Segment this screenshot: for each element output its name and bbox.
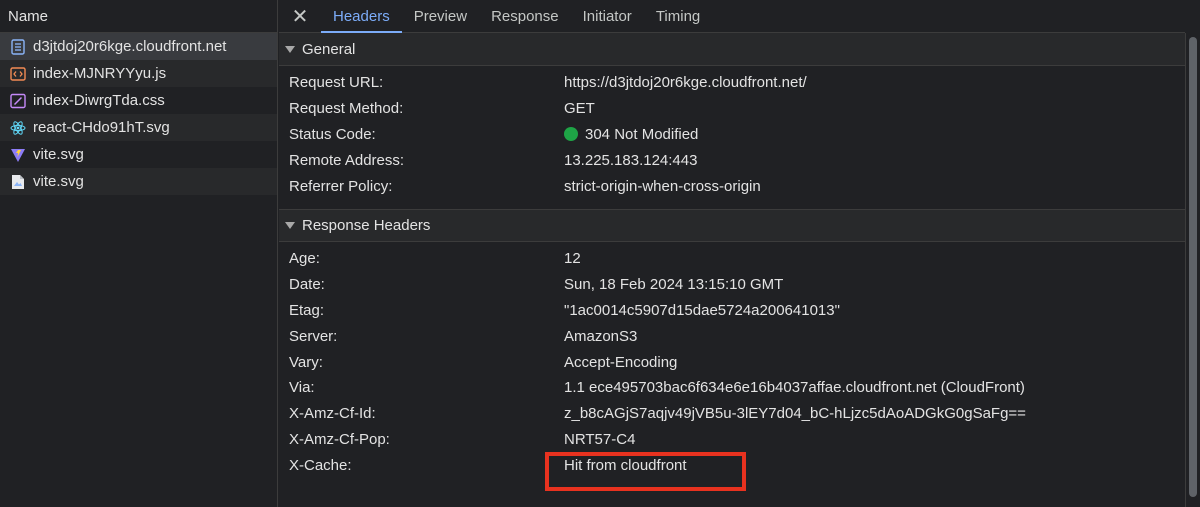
document-icon <box>10 38 26 55</box>
tab-initiator[interactable]: Initiator <box>571 0 644 32</box>
close-icon[interactable]: ✕ <box>279 0 321 32</box>
header-value: "1ac0014c5907d15dae5724a200641013" <box>564 301 840 319</box>
header-value: Accept-Encoding <box>564 353 678 371</box>
header-value: 1.1 ece495703bac6f634e6e16b4037affae.clo… <box>564 379 1025 397</box>
response-header-row: Vary: Accept-Encoding <box>279 349 1185 375</box>
header-key: Via: <box>289 379 315 397</box>
request-name: vite.svg <box>33 173 84 190</box>
header-key: Date: <box>289 276 325 294</box>
header-value: z_b8cAGjS7aqjv49jVB5u-3lEY7d04_bC-hLjzc5… <box>564 405 1026 423</box>
details-tab-bar: ✕ Headers Preview Response Initiator Tim… <box>279 0 1185 33</box>
highlight-annotation-box <box>545 452 746 491</box>
request-list-panel: Name d3jtdoj20r6kge.cloudfront.net index… <box>0 0 278 507</box>
general-row: Request Method: GET <box>279 96 1185 122</box>
header-value: 13.225.183.124:443 <box>564 151 698 169</box>
response-headers-section-header[interactable]: Response Headers <box>279 208 1185 242</box>
response-header-row: Server: AmazonS3 <box>279 323 1185 349</box>
request-row-stylesheet[interactable]: index-DiwrgTda.css <box>0 87 277 114</box>
tab-preview[interactable]: Preview <box>402 0 479 32</box>
general-row: Request URL: https://d3jtdoj20r6kge.clou… <box>279 70 1185 96</box>
header-key: Etag: <box>289 301 325 319</box>
header-key: Remote Address: <box>289 151 405 169</box>
scrollbar-thumb[interactable] <box>1189 37 1197 497</box>
status-text: 304 Not Modified <box>585 125 699 143</box>
request-name: d3jtdoj20r6kge.cloudfront.net <box>33 38 227 55</box>
tab-headers[interactable]: Headers <box>321 0 402 33</box>
vite-logo-icon <box>10 147 26 163</box>
request-name: index-DiwrgTda.css <box>33 92 165 109</box>
header-value: AmazonS3 <box>564 327 638 345</box>
script-icon <box>10 66 26 82</box>
tab-timing[interactable]: Timing <box>644 0 712 32</box>
section-title: Response Headers <box>302 216 431 234</box>
request-row-document[interactable]: d3jtdoj20r6kge.cloudfront.net <box>0 33 277 60</box>
section-title: General <box>302 40 356 58</box>
response-header-row: X-Amz-Cf-Id: z_b8cAGjS7aqjv49jVB5u-3lEY7… <box>279 401 1185 427</box>
request-name: vite.svg <box>33 146 84 163</box>
response-header-row: Via: 1.1 ece495703bac6f634e6e16b4037affa… <box>279 375 1185 401</box>
tab-response[interactable]: Response <box>479 0 571 32</box>
status-value: 304 Not Modified <box>564 126 698 143</box>
general-row: Referrer Policy: strict-origin-when-cros… <box>279 173 1185 199</box>
general-section-header[interactable]: General <box>279 33 1185 66</box>
expand-triangle-icon <box>285 45 295 53</box>
response-header-row: Date: Sun, 18 Feb 2024 13:15:10 GMT <box>279 272 1185 298</box>
request-name: index-MJNRYYyu.js <box>33 65 167 82</box>
request-name: react-CHdo91hT.svg <box>33 119 170 136</box>
header-key: X-Cache: <box>289 456 352 474</box>
header-value: NRT57-C4 <box>564 430 636 448</box>
response-header-row: Etag: "1ac0014c5907d15dae5724a200641013" <box>279 298 1185 324</box>
request-row-vite-svg-2[interactable]: vite.svg <box>0 168 277 195</box>
header-value: Sun, 18 Feb 2024 13:15:10 GMT <box>564 276 784 294</box>
status-ok-icon <box>564 127 578 142</box>
header-key: Referrer Policy: <box>289 177 393 195</box>
header-key: Server: <box>289 327 338 345</box>
general-list: Request URL: https://d3jtdoj20r6kge.clou… <box>279 66 1185 209</box>
request-row-script[interactable]: index-MJNRYYyu.js <box>0 60 277 87</box>
header-key: Request URL: <box>289 74 384 92</box>
request-row-vite-svg[interactable]: vite.svg <box>0 141 277 168</box>
response-header-row: X-Amz-Cf-Pop: NRT57-C4 <box>279 427 1185 453</box>
header-key: X-Amz-Cf-Pop: <box>289 430 390 448</box>
header-value: 12 <box>564 250 581 268</box>
general-row: Remote Address: 13.225.183.124:443 <box>279 147 1185 173</box>
header-value: GET <box>564 100 595 118</box>
request-row-react-svg[interactable]: react-CHdo91hT.svg <box>0 114 277 141</box>
image-file-icon <box>10 174 26 190</box>
header-value: https://d3jtdoj20r6kge.cloudfront.net/ <box>564 74 807 92</box>
header-key: Age: <box>289 250 320 268</box>
general-row: Status Code: 304 Not Modified <box>279 122 1185 148</box>
header-key: Request Method: <box>289 100 404 118</box>
react-logo-icon <box>10 120 26 136</box>
response-header-row: Age: 12 <box>279 246 1185 272</box>
header-key: X-Amz-Cf-Id: <box>289 405 376 423</box>
header-key: Status Code: <box>289 125 376 143</box>
request-details-panel: ✕ Headers Preview Response Initiator Tim… <box>279 0 1185 507</box>
expand-triangle-icon <box>285 221 295 229</box>
name-column-header[interactable]: Name <box>0 0 277 33</box>
stylesheet-icon <box>10 93 26 109</box>
header-key: Vary: <box>289 353 323 371</box>
details-scrollbar[interactable] <box>1185 33 1200 507</box>
header-value: strict-origin-when-cross-origin <box>564 177 761 195</box>
